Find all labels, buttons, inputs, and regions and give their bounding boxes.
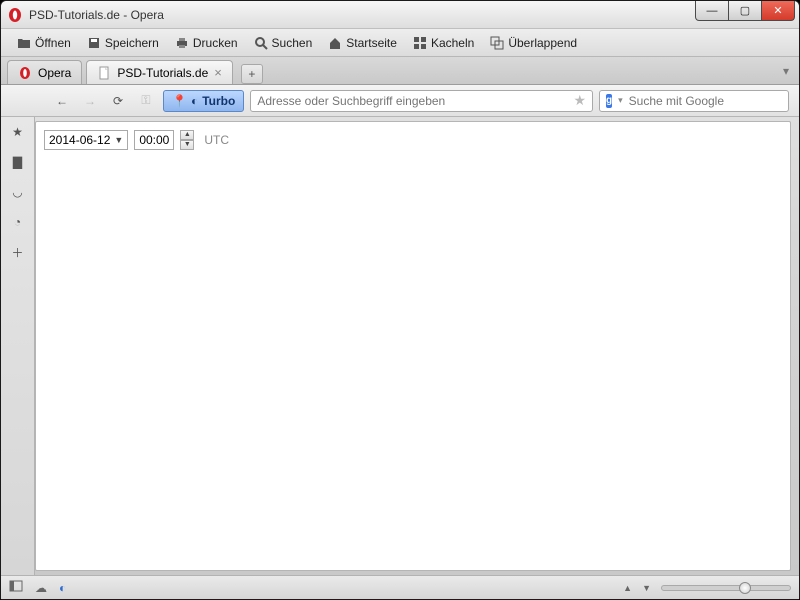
star-icon: ★ — [12, 125, 23, 139]
menu-tile-label: Kacheln — [431, 36, 474, 50]
opera-logo-icon — [18, 66, 32, 80]
chevron-down-icon[interactable]: ▼ — [114, 135, 123, 145]
key-icon: ⚿ — [141, 93, 150, 108]
chevron-up-icon[interactable]: ▲ — [623, 583, 632, 593]
panel-toggle-button[interactable] — [9, 580, 23, 595]
reload-icon: ⟳ — [113, 94, 123, 108]
address-input[interactable] — [257, 94, 573, 108]
zoom-thumb[interactable] — [739, 582, 751, 594]
tile-icon — [413, 36, 427, 50]
reload-button[interactable]: ⟳ — [107, 90, 129, 112]
turbo-label: Turbo — [202, 94, 235, 108]
window-title: PSD-Tutorials.de - Opera — [29, 8, 164, 22]
menu-search[interactable]: Suchen — [248, 33, 319, 53]
step-down-button[interactable]: ▼ — [180, 140, 194, 150]
time-input[interactable]: 00:00 — [134, 130, 174, 150]
zoom-slider[interactable] — [661, 585, 791, 591]
sidebar-downloads[interactable]: ◡ — [9, 183, 27, 201]
navigation-bar: ← → ⟳ ⚿ 📍 ◐ Turbo ★ g ▾ — [1, 85, 799, 117]
search-input[interactable] — [629, 94, 784, 108]
title-bar: PSD-Tutorials.de - Opera — ▢ ✕ — [1, 1, 799, 29]
time-stepper[interactable]: ▲ ▼ — [180, 130, 194, 150]
note-icon: ▇ — [13, 155, 22, 169]
address-bar[interactable]: ★ — [250, 90, 593, 112]
menu-save-label: Speichern — [105, 36, 159, 50]
panel-chevron-icon[interactable]: ▾ — [783, 64, 789, 78]
clock-icon: ◔ — [14, 215, 21, 229]
maximize-button[interactable]: ▢ — [728, 1, 762, 21]
search-bar[interactable]: g ▾ — [599, 90, 789, 112]
tab-close-icon[interactable]: × — [214, 65, 222, 80]
menu-open-label: Öffnen — [35, 36, 71, 50]
google-icon: g — [606, 94, 612, 108]
forward-button[interactable]: → — [79, 90, 101, 112]
menu-search-label: Suchen — [272, 36, 313, 50]
menu-print-label: Drucken — [193, 36, 238, 50]
tab-strip: Opera PSD-Tutorials.de × + ▾ — [1, 57, 799, 85]
menu-bar: Öffnen Speichern Drucken Suchen Startsei… — [1, 29, 799, 57]
search-icon — [254, 36, 268, 50]
side-panel: ★ ▇ ◡ ◔ ＋ — [1, 117, 35, 575]
page-content: 2014-06-12 ▼ 00:00 ▲ ▼ UTC — [35, 121, 791, 571]
cloud-icon[interactable]: ☁ — [35, 581, 47, 595]
step-up-button[interactable]: ▲ — [180, 130, 194, 140]
back-button[interactable]: ← — [51, 90, 73, 112]
date-input[interactable]: 2014-06-12 ▼ — [44, 130, 128, 150]
key-button[interactable]: ⚿ — [135, 90, 157, 112]
chevron-down-icon[interactable]: ▾ — [618, 95, 623, 106]
cascade-icon — [490, 36, 504, 50]
menu-cascade[interactable]: Überlappend — [484, 33, 583, 53]
time-value: 00:00 — [139, 133, 169, 147]
minimize-button[interactable]: — — [695, 1, 729, 21]
sidebar-notes[interactable]: ▇ — [9, 153, 27, 171]
tab-active[interactable]: PSD-Tutorials.de × — [86, 60, 233, 84]
sidebar-bookmarks[interactable]: ★ — [9, 123, 27, 141]
opera-logo-icon — [7, 7, 23, 23]
tab-opera[interactable]: Opera — [7, 60, 82, 84]
print-icon — [175, 36, 189, 50]
pin-icon: 📍 — [172, 94, 187, 108]
menu-open[interactable]: Öffnen — [11, 33, 77, 53]
turbo-status-icon[interactable]: ◐ — [59, 581, 66, 595]
menu-save[interactable]: Speichern — [81, 33, 165, 53]
save-icon — [87, 36, 101, 50]
folder-icon — [17, 36, 31, 50]
close-button[interactable]: ✕ — [761, 1, 795, 21]
bookmark-star-icon[interactable]: ★ — [573, 92, 586, 109]
page-icon — [97, 66, 111, 80]
menu-home-label: Startseite — [346, 36, 397, 50]
tab-active-label: PSD-Tutorials.de — [117, 66, 208, 80]
sidebar-history[interactable]: ◔ — [9, 213, 27, 231]
sidebar-add[interactable]: ＋ — [9, 243, 27, 261]
menu-home[interactable]: Startseite — [322, 33, 403, 53]
date-value: 2014-06-12 — [49, 133, 110, 147]
menu-print[interactable]: Drucken — [169, 33, 244, 53]
new-tab-button[interactable]: + — [241, 64, 263, 84]
chevron-down-icon[interactable]: ▼ — [642, 583, 651, 593]
tab-opera-label: Opera — [38, 66, 71, 80]
menu-tile[interactable]: Kacheln — [407, 33, 480, 53]
status-bar: ☁ ◐ ▲ ▼ — [1, 575, 799, 599]
menu-cascade-label: Überlappend — [508, 36, 577, 50]
timezone-label: UTC — [204, 133, 229, 147]
plus-icon: ＋ — [11, 244, 23, 261]
turbo-button[interactable]: 📍 ◐ Turbo — [163, 90, 244, 112]
home-icon — [328, 36, 342, 50]
gauge-icon: ◐ — [191, 94, 198, 108]
arrow-left-icon: ← — [56, 94, 68, 108]
arrow-right-icon: → — [84, 94, 96, 108]
download-icon: ◡ — [12, 185, 22, 199]
plus-icon: + — [248, 67, 255, 81]
